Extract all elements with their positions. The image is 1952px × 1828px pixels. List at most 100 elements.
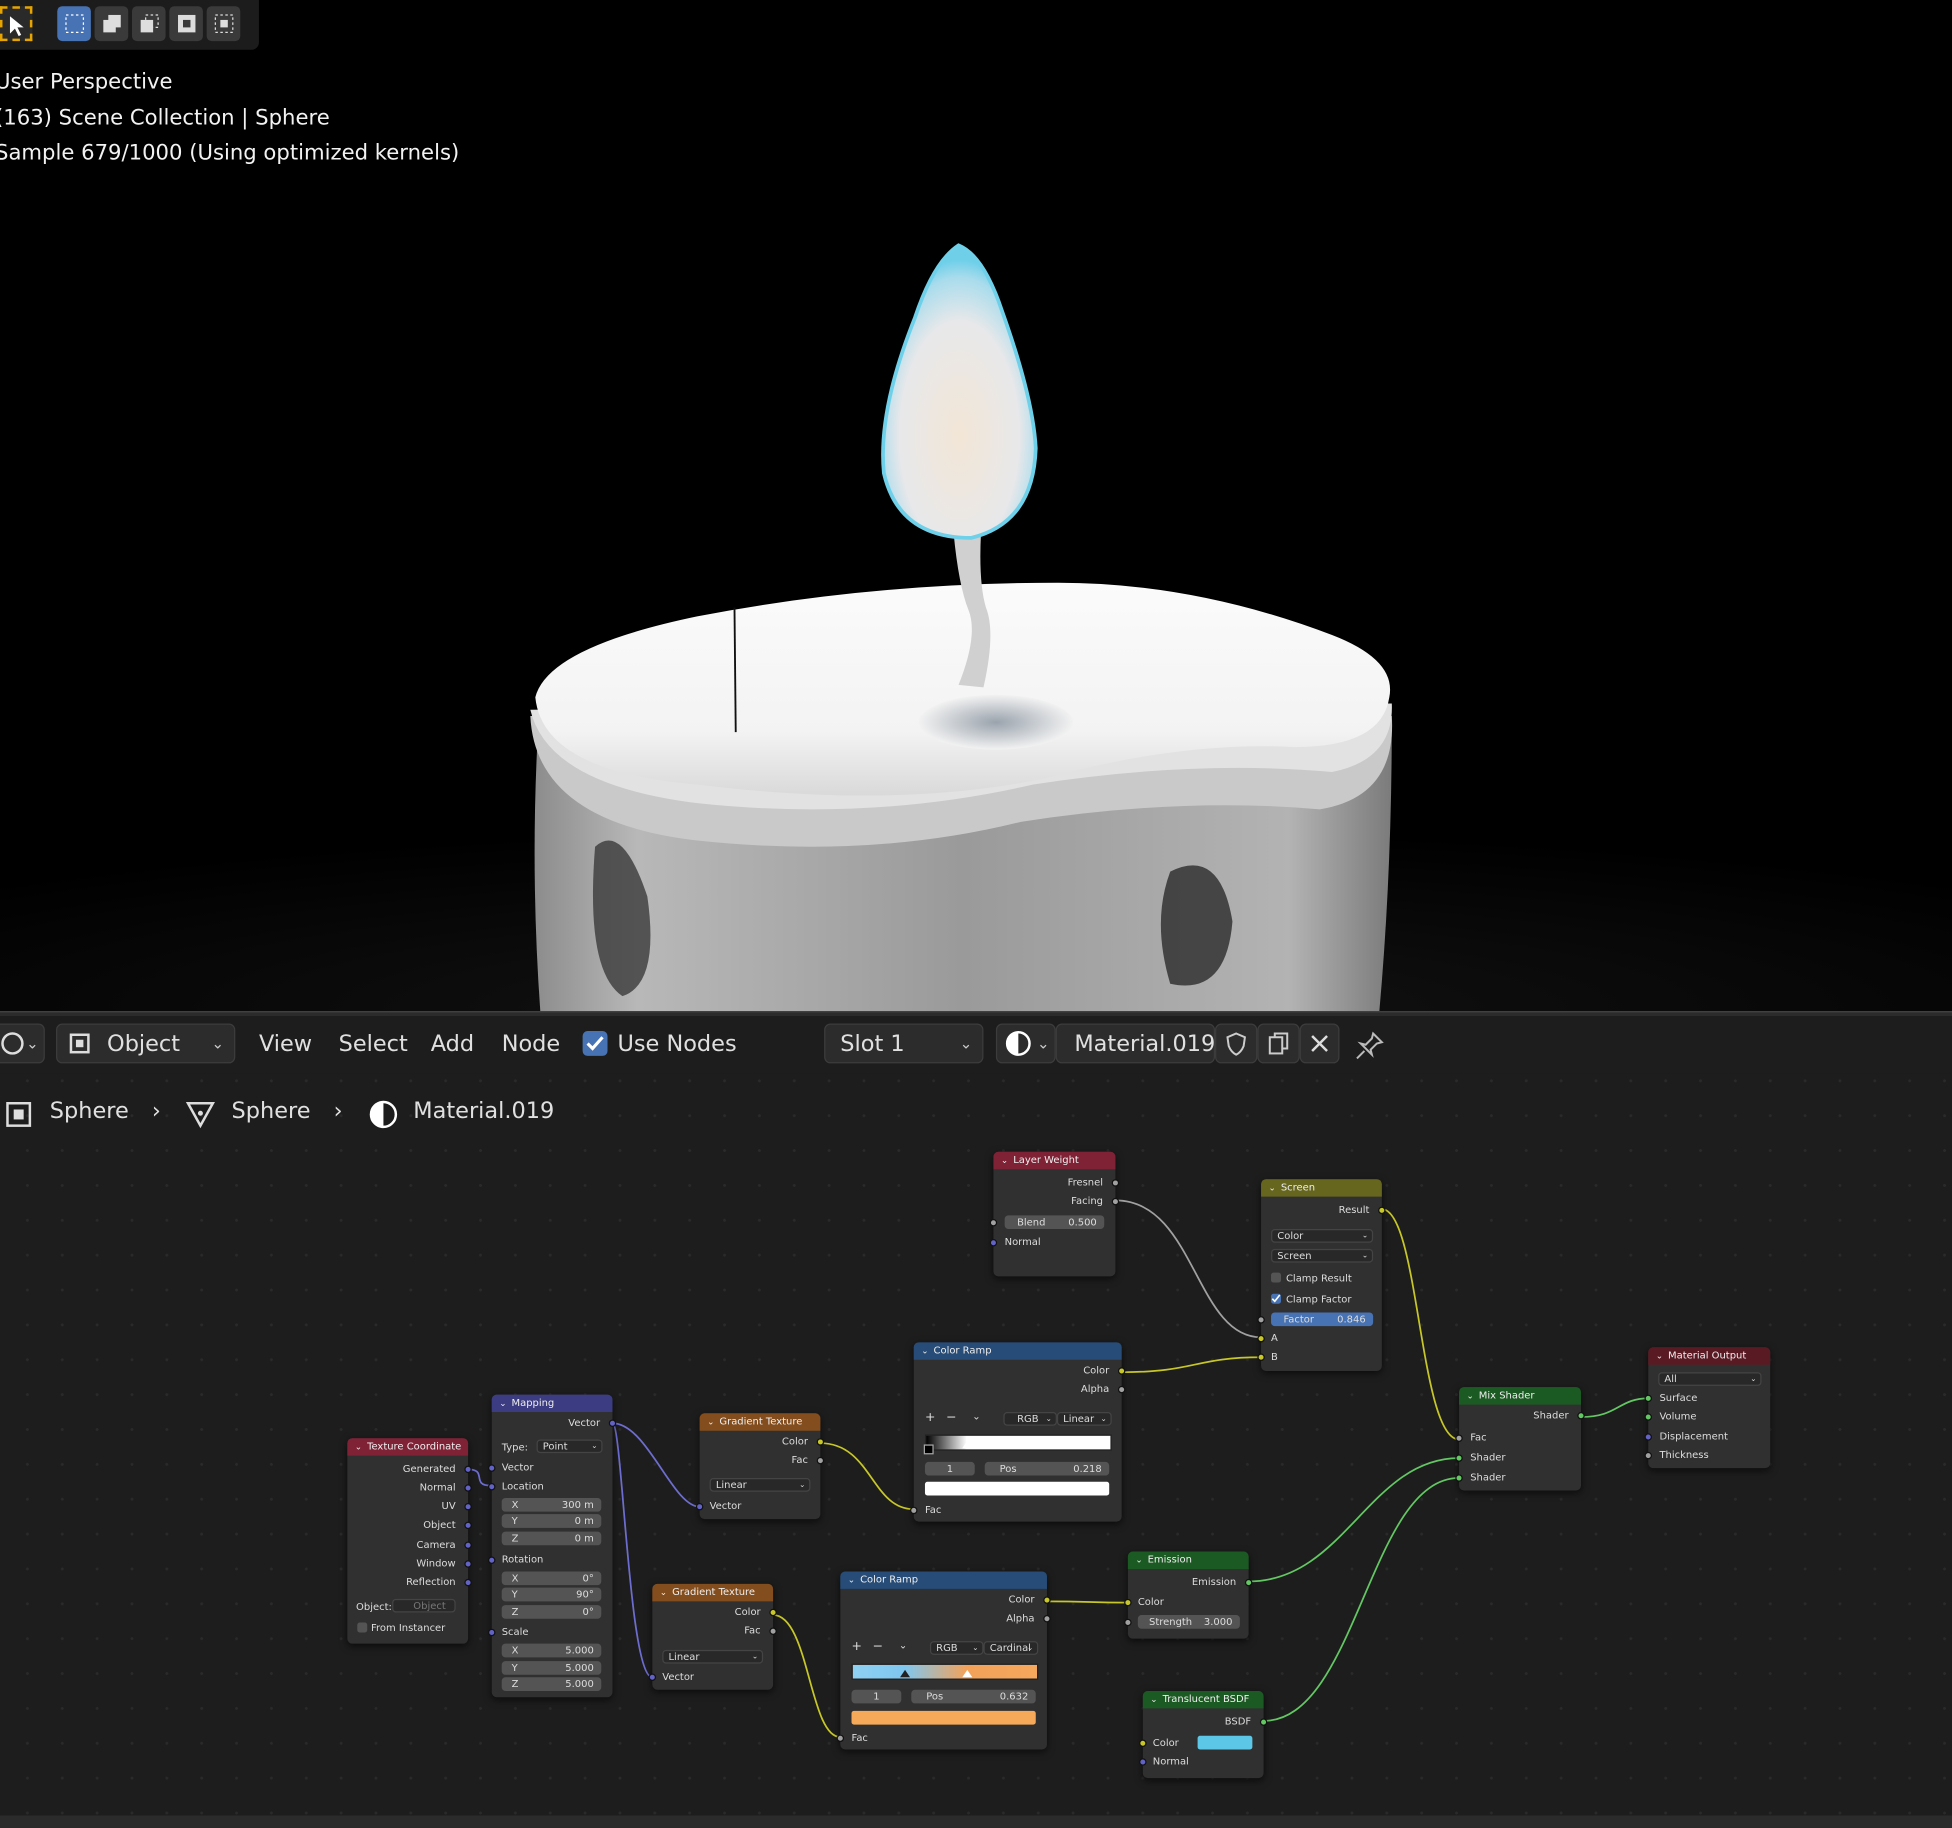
color-ramp-gradient[interactable] <box>851 1663 1039 1680</box>
from-instancer-checkbox[interactable] <box>357 1622 368 1633</box>
stop-color-swatch[interactable] <box>851 1710 1036 1725</box>
shader-node-editor[interactable]: ⌄ Object ⌄ View Select Add Node Use Node… <box>0 1016 1952 1828</box>
socket-facing-out[interactable] <box>1111 1197 1120 1206</box>
select-intersect-button[interactable] <box>206 6 241 42</box>
socket-fac-in[interactable] <box>910 1506 918 1515</box>
object-mode-dropdown[interactable]: Object ⌄ <box>56 1023 236 1064</box>
node-header[interactable]: ⌄ Gradient Texture <box>699 1413 821 1431</box>
socket-vector-in[interactable] <box>488 1464 496 1472</box>
stop-position-field[interactable]: Pos 0.218 <box>984 1461 1110 1476</box>
socket-shader-1-in[interactable] <box>1455 1454 1463 1462</box>
clamp-factor-checkbox[interactable] <box>1271 1293 1282 1304</box>
collapse-icon[interactable]: ⌄ <box>1269 1183 1276 1193</box>
node-header[interactable]: ⌄ Mix Shader <box>1459 1387 1582 1405</box>
select-box-new-button[interactable] <box>57 6 91 42</box>
select-extend-button[interactable] <box>94 6 129 42</box>
socket-blend-in[interactable] <box>989 1219 998 1227</box>
socket-vector-in[interactable] <box>648 1673 657 1682</box>
socket-generated[interactable] <box>464 1465 472 1474</box>
menu-select[interactable]: Select <box>339 1031 408 1057</box>
socket-rotation[interactable] <box>488 1556 496 1564</box>
material-name-field[interactable]: Material.019 <box>1055 1023 1215 1064</box>
use-nodes-checkbox[interactable] <box>582 1031 608 1056</box>
ramp-stop[interactable] <box>900 1669 911 1678</box>
collapse-icon[interactable]: ⌄ <box>707 1417 714 1427</box>
add-stop-icon[interactable]: + <box>925 1411 935 1425</box>
interpolation-dropdown[interactable]: Linear ⌄ <box>1056 1412 1112 1426</box>
collapse-icon[interactable]: ⌄ <box>499 1398 506 1408</box>
layer-weight-node[interactable]: ⌄ Layer Weight Fresnel Facing Blend 0.500 … <box>989 1151 1120 1277</box>
socket-object[interactable] <box>464 1521 472 1530</box>
remove-stop-icon[interactable]: − <box>873 1640 883 1654</box>
socket-fac-in[interactable] <box>1455 1434 1463 1442</box>
gradient-type-dropdown[interactable]: Linear ⌄ <box>709 1478 811 1492</box>
gradient-type-dropdown[interactable]: Linear ⌄ <box>662 1649 764 1664</box>
node-header[interactable]: ⌄ Color Ramp <box>840 1571 1047 1589</box>
node-header[interactable]: ⌄ Screen <box>1261 1179 1382 1197</box>
ramp-stop-active[interactable] <box>962 1440 973 1449</box>
editor-type-button[interactable]: ⌄ <box>0 1023 45 1064</box>
mapping-node[interactable]: ⌄ Mapping Vector Type: Point ⌄ Vector Loca… <box>488 1394 617 1698</box>
socket-color-out[interactable] <box>1043 1596 1051 1604</box>
socket-fac-out[interactable] <box>769 1627 777 1635</box>
node-header[interactable]: ⌄ Texture Coordinate <box>347 1438 469 1456</box>
mapping-type-dropdown[interactable]: Point ⌄ <box>536 1439 603 1454</box>
scale-y-field[interactable]: Y 5.000 <box>501 1661 602 1675</box>
mix-shader-node[interactable]: ⌄ Mix Shader Shader Fac Shader Shader <box>1455 1387 1585 1491</box>
socket-a-in[interactable] <box>1257 1334 1265 1343</box>
rotation-y-field[interactable]: Y 90° <box>501 1587 602 1602</box>
target-dropdown[interactable]: All ⌄ <box>1658 1372 1762 1386</box>
material-output-node[interactable]: ⌄ Material Output All ⌄ Surface Volume Dis… <box>1644 1347 1771 1469</box>
stop-index-field[interactable]: 1 <box>851 1689 902 1704</box>
rotation-z-field[interactable]: Z 0° <box>501 1605 602 1619</box>
chevron-down-icon[interactable]: ⌄ <box>972 1411 980 1422</box>
socket-shader-2-in[interactable] <box>1455 1474 1463 1482</box>
remove-stop-icon[interactable]: − <box>946 1411 956 1425</box>
material-slot-dropdown[interactable]: Slot 1 ⌄ <box>824 1023 984 1064</box>
socket-reflection[interactable] <box>464 1578 472 1587</box>
menu-node[interactable]: Node <box>502 1031 560 1057</box>
blend-field[interactable]: Blend 0.500 <box>1004 1215 1105 1230</box>
socket-color-out[interactable] <box>769 1608 777 1617</box>
unlink-material-button[interactable] <box>1299 1023 1340 1064</box>
socket-emission-out[interactable] <box>1244 1578 1253 1587</box>
socket-factor-in[interactable] <box>1257 1316 1265 1324</box>
socket-window[interactable] <box>464 1560 472 1568</box>
collapse-icon[interactable]: ⌄ <box>1150 1695 1157 1705</box>
node-header[interactable]: ⌄ Layer Weight <box>993 1151 1116 1170</box>
socket-fresnel-out[interactable] <box>1111 1179 1120 1187</box>
color-ramp-gradient[interactable] <box>924 1434 1112 1451</box>
ramp-stop-active[interactable] <box>962 1669 973 1678</box>
strength-field[interactable]: Strength 3.000 <box>1137 1615 1240 1629</box>
socket-shader-out[interactable] <box>1577 1412 1585 1420</box>
factor-field[interactable]: Factor 0.846 <box>1271 1312 1374 1327</box>
data-type-dropdown[interactable]: Color ⌄ <box>1271 1229 1374 1243</box>
socket-strength-in[interactable] <box>1124 1618 1132 1627</box>
collapse-icon[interactable]: ⌄ <box>1135 1555 1142 1565</box>
socket-scale[interactable] <box>488 1628 496 1637</box>
clamp-result-checkbox[interactable] <box>1271 1272 1282 1283</box>
socket-location[interactable] <box>488 1483 496 1491</box>
node-header[interactable]: ⌄ Translucent BSDF <box>1142 1690 1264 1709</box>
object-picker[interactable]: Object <box>392 1598 456 1613</box>
browse-material-button[interactable]: ⌄ <box>995 1023 1056 1064</box>
socket-normal[interactable] <box>464 1484 472 1492</box>
socket-alpha-out[interactable] <box>1043 1615 1051 1623</box>
location-x-field[interactable]: X 300 m <box>501 1497 602 1512</box>
color-mode-dropdown[interactable]: RGB ⌄ <box>929 1641 984 1655</box>
location-z-field[interactable]: Z 0 m <box>501 1531 602 1546</box>
translucent-bsdf-node[interactable]: ⌄ Translucent BSDF BSDF Color Normal <box>1139 1690 1268 1779</box>
chevron-down-icon[interactable]: ⌄ <box>899 1640 907 1651</box>
add-stop-icon[interactable]: + <box>852 1640 862 1654</box>
node-header[interactable]: ⌄ Emission <box>1127 1551 1249 1569</box>
collapse-icon[interactable]: ⌄ <box>1466 1391 1473 1401</box>
pin-button[interactable] <box>1352 1029 1387 1064</box>
rotation-x-field[interactable]: X 0° <box>501 1571 602 1586</box>
menu-view[interactable]: View <box>259 1031 312 1057</box>
socket-result-out[interactable] <box>1378 1206 1386 1215</box>
collapse-icon[interactable]: ⌄ <box>660 1588 667 1598</box>
blend-mode-dropdown[interactable]: Screen ⌄ <box>1271 1248 1374 1263</box>
socket-bsdf-out[interactable] <box>1259 1718 1268 1726</box>
color-ramp-node[interactable]: ⌄ Color Ramp Color Alpha + − ⌄ RGB ⌄ Cardi… <box>836 1571 1051 1750</box>
color-ramp-node[interactable]: ⌄ Color Ramp Color Alpha + − ⌄ RGB ⌄ Linea… <box>910 1342 1126 1522</box>
